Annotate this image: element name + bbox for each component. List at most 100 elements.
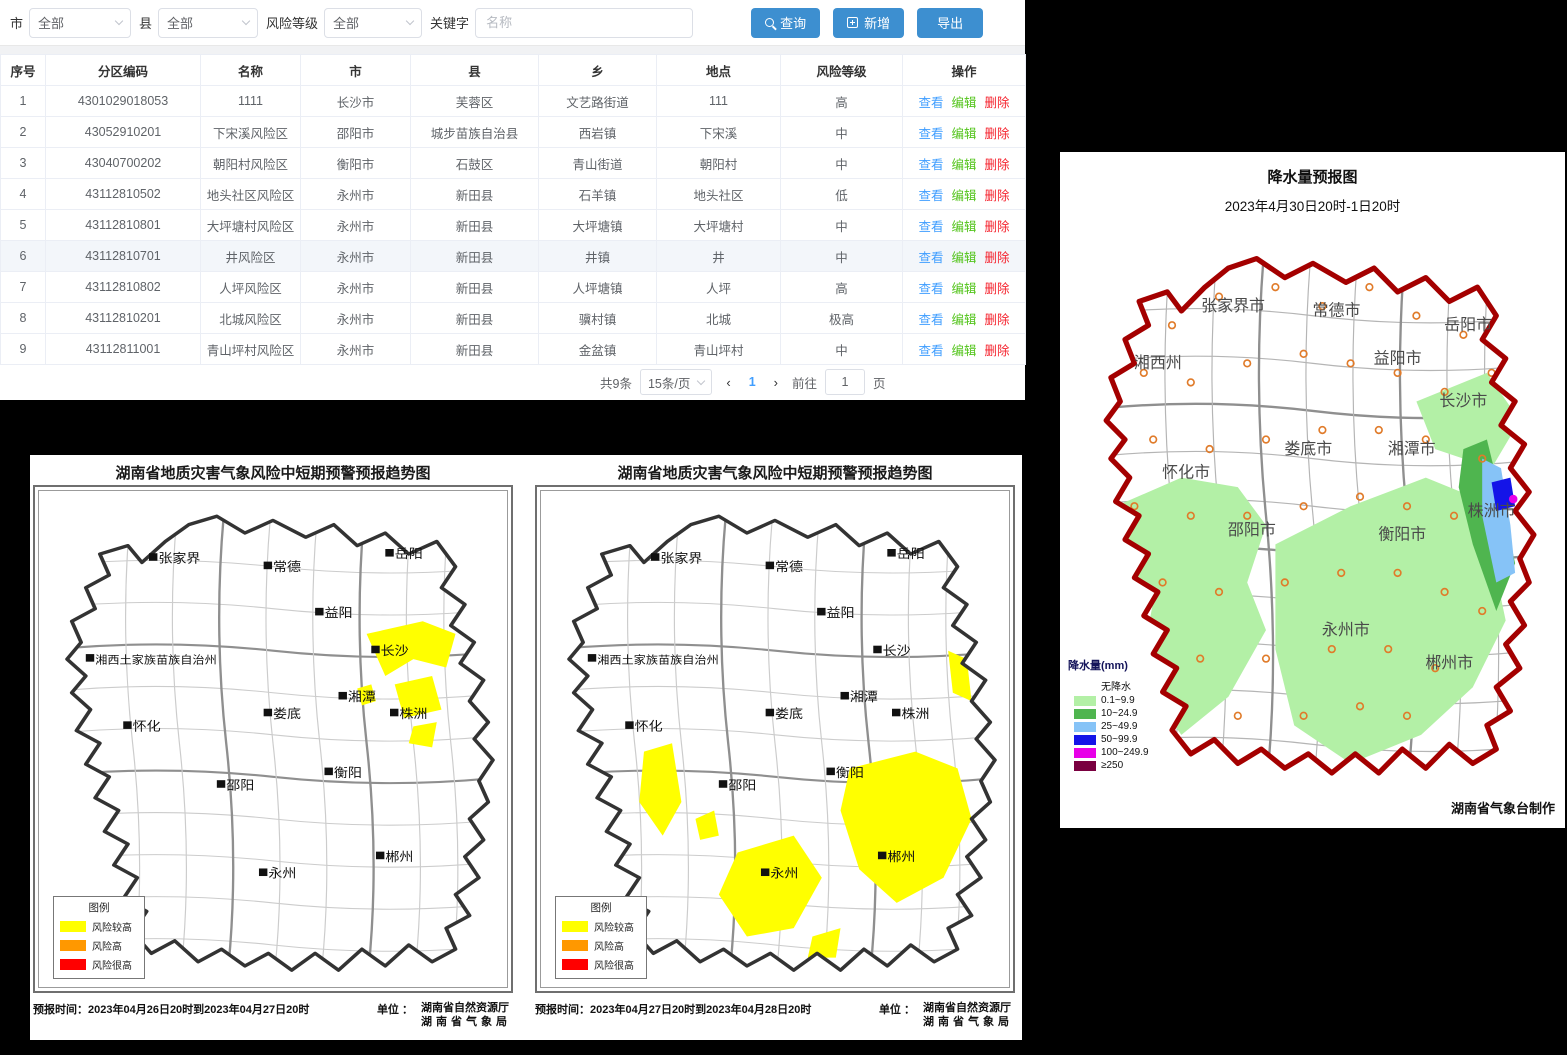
link-view[interactable]: 查看: [918, 344, 943, 358]
risk-level-select[interactable]: 全部: [324, 8, 422, 38]
table-row: 843112810201北城风险区永州市新田县骥村镇北城极高查看编辑删除: [1, 303, 1026, 334]
link-delete[interactable]: 删除: [985, 220, 1010, 234]
link-edit[interactable]: 编辑: [951, 220, 976, 234]
keyword-filter-label: 关键字: [430, 13, 469, 32]
risk-zone-table: 序号 分区编码 名称 市 县 乡 地点 风险等级 操作 143010290180…: [0, 54, 1026, 365]
legend-swatch: [1074, 696, 1096, 706]
unit-label: 单位 ：: [377, 1001, 413, 1030]
cell-no: 9: [1, 334, 46, 365]
cell-code: 4301029018053: [46, 86, 201, 117]
next-page-button[interactable]: ›: [768, 375, 784, 390]
legend-swatch: [562, 921, 588, 932]
cell-name: 朝阳村风险区: [201, 148, 301, 179]
county-select-value: 全部: [167, 13, 193, 32]
keyword-input[interactable]: [475, 8, 693, 38]
unit-org-1: 湖南省自然资源厅: [421, 1001, 511, 1015]
cell-actions: 查看编辑删除: [903, 241, 1026, 272]
export-button[interactable]: 导出: [917, 8, 983, 38]
county-select[interactable]: 全部: [158, 8, 258, 38]
goto-page-input[interactable]: [825, 369, 865, 395]
cell-county: 新田县: [411, 179, 539, 210]
link-view[interactable]: 查看: [918, 158, 943, 172]
link-edit[interactable]: 编辑: [951, 251, 976, 265]
col-header-actions: 操作: [903, 55, 1026, 86]
cell-city: 永州市: [301, 179, 411, 210]
legend-label: 50~99.9: [1101, 734, 1137, 745]
link-view[interactable]: 查看: [918, 189, 943, 203]
link-edit[interactable]: 编辑: [951, 344, 976, 358]
link-delete[interactable]: 删除: [985, 189, 1010, 203]
svg-text:衡阳: 衡阳: [836, 765, 864, 779]
col-header-town: 乡: [539, 55, 657, 86]
link-view[interactable]: 查看: [918, 127, 943, 141]
link-delete[interactable]: 删除: [985, 127, 1010, 141]
col-header-county: 县: [411, 55, 539, 86]
city-select[interactable]: 全部: [29, 8, 131, 38]
legend-label: 无降水: [1101, 678, 1131, 693]
table-row: 243052910201下宋溪风险区邵阳市城步苗族自治县西岩镇下宋溪中查看编辑删…: [1, 117, 1026, 148]
link-delete[interactable]: 删除: [985, 344, 1010, 358]
col-header-level: 风险等级: [781, 55, 903, 86]
legend-label: 风险很高: [92, 957, 132, 972]
city-select-value: 全部: [38, 13, 64, 32]
legend-swatch: [1074, 709, 1096, 719]
legend-item: 50~99.9: [1068, 733, 1180, 746]
current-page[interactable]: 1: [745, 375, 760, 389]
link-edit[interactable]: 编辑: [951, 127, 976, 141]
risk-zone-panel: 市 全部 县 全部 风险等级 全部 关键字 查询 新增: [0, 0, 1025, 400]
table-row: 543112810801大坪塘村风险区永州市新田县大坪塘镇大坪塘村中查看编辑删除: [1, 210, 1026, 241]
cell-place: 大坪塘村: [657, 210, 781, 241]
link-delete[interactable]: 删除: [985, 313, 1010, 327]
link-edit[interactable]: 编辑: [951, 282, 976, 296]
cell-city: 长沙市: [301, 86, 411, 117]
table-row: 143010290180531111长沙市芙蓉区文艺路街道111高查看编辑删除: [1, 86, 1026, 117]
city-label: 益阳市: [1374, 349, 1422, 367]
unit-org-1: 湖南省自然资源厅: [923, 1001, 1013, 1015]
link-delete[interactable]: 删除: [985, 251, 1010, 265]
table-row: 443112810502地头社区风险区永州市新田县石羊镇地头社区低查看编辑删除: [1, 179, 1026, 210]
link-delete[interactable]: 删除: [985, 158, 1010, 172]
legend-item: 风险很高: [556, 955, 646, 974]
page-size-select[interactable]: 15条/页: [640, 369, 712, 395]
svg-text:永州: 永州: [268, 866, 296, 880]
city-label: 永州市: [1322, 621, 1370, 639]
cell-no: 7: [1, 272, 46, 303]
legend-label: 25~49.9: [1101, 721, 1137, 732]
search-button[interactable]: 查询: [751, 8, 820, 38]
cell-level: 中: [781, 334, 903, 365]
legend-label: 风险高: [594, 938, 624, 953]
cell-code: 43112810802: [46, 272, 201, 303]
link-edit[interactable]: 编辑: [951, 313, 976, 327]
link-delete[interactable]: 删除: [985, 96, 1010, 110]
cell-place: 111: [657, 86, 781, 117]
city-label: 长沙市: [1439, 392, 1487, 410]
link-view[interactable]: 查看: [918, 96, 943, 110]
link-view[interactable]: 查看: [918, 313, 943, 327]
svg-text:长沙: 长沙: [381, 644, 409, 658]
link-delete[interactable]: 删除: [985, 282, 1010, 296]
link-edit[interactable]: 编辑: [951, 96, 976, 110]
link-view[interactable]: 查看: [918, 282, 943, 296]
cell-no: 3: [1, 148, 46, 179]
legend-swatch: [562, 959, 588, 970]
link-edit[interactable]: 编辑: [951, 189, 976, 203]
col-header-name: 名称: [201, 55, 301, 86]
cell-place: 北城: [657, 303, 781, 334]
legend-item: 风险高: [54, 936, 144, 955]
link-view[interactable]: 查看: [918, 251, 943, 265]
cell-code: 43112810701: [46, 241, 201, 272]
add-button[interactable]: 新增: [833, 8, 904, 38]
map-legend: 图例 风险较高风险高风险很高: [555, 896, 647, 979]
legend-swatch: [562, 940, 588, 951]
link-edit[interactable]: 编辑: [951, 158, 976, 172]
legend-label: 0.1~9.9: [1101, 695, 1135, 706]
link-view[interactable]: 查看: [918, 220, 943, 234]
forecast-time: 预报时间：2023年04月27日20时到2023年04月28日20时: [535, 1001, 811, 1030]
legend-item: 无降水: [1068, 677, 1180, 694]
cell-name: 地头社区风险区: [201, 179, 301, 210]
cell-place: 下宋溪: [657, 117, 781, 148]
county-filter-label: 县: [139, 13, 152, 32]
prev-page-button[interactable]: ‹: [720, 375, 736, 390]
cell-city: 永州市: [301, 241, 411, 272]
screen: 市 全部 县 全部 风险等级 全部 关键字 查询 新增: [0, 0, 1567, 1055]
